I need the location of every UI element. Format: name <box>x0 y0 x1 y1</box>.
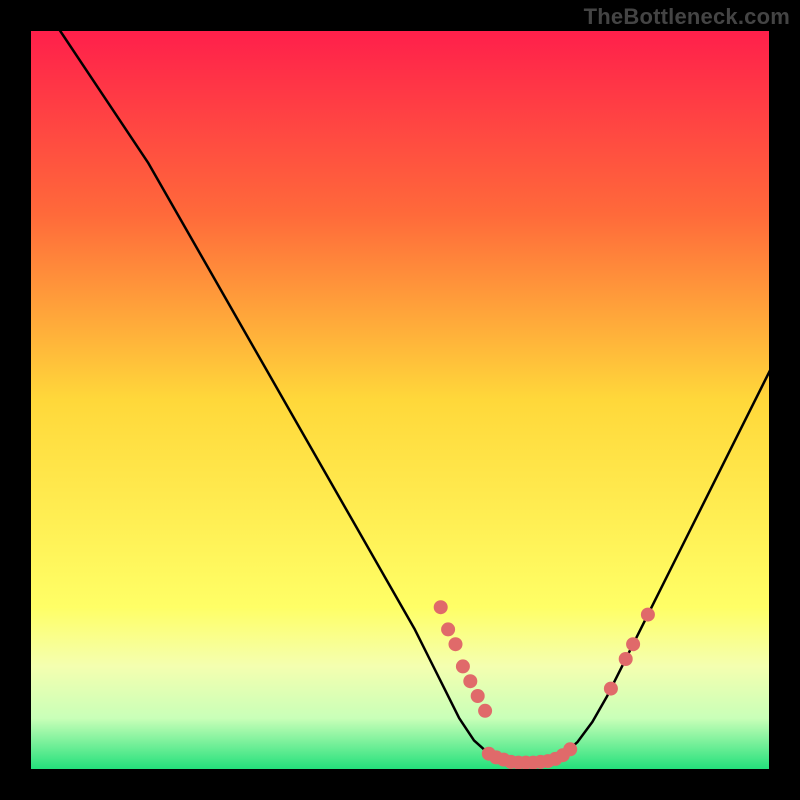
chart-container: TheBottleneck.com <box>0 0 800 800</box>
data-marker <box>441 622 455 636</box>
data-marker <box>563 742 577 756</box>
plot-frame <box>30 30 770 770</box>
gradient-background <box>30 30 770 770</box>
watermark-text: TheBottleneck.com <box>584 4 790 30</box>
data-marker <box>641 608 655 622</box>
data-marker <box>604 682 618 696</box>
data-marker <box>478 704 492 718</box>
data-marker <box>619 652 633 666</box>
data-marker <box>471 689 485 703</box>
data-marker <box>449 637 463 651</box>
data-marker <box>456 659 470 673</box>
data-marker <box>434 600 448 614</box>
plot-svg <box>30 30 770 770</box>
data-marker <box>626 637 640 651</box>
data-marker <box>463 674 477 688</box>
